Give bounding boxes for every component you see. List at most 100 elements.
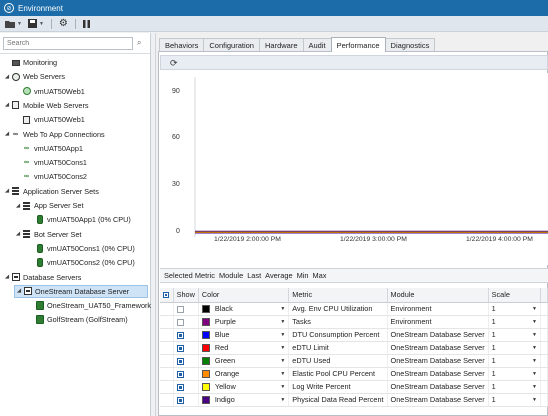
scale-dropdown[interactable]: 1 ▼	[488, 328, 542, 342]
show-checkbox[interactable]	[176, 396, 184, 404]
row-selector-cell	[160, 341, 174, 355]
chevron-down-icon[interactable]: ▼	[280, 306, 285, 312]
refresh-icon[interactable]: ⟳	[170, 58, 178, 69]
tree-item[interactable]: Monitoring	[3, 56, 57, 69]
tree-item[interactable]: vmUAT50App1 (0% CPU)	[27, 213, 131, 226]
show-column-header[interactable]: Show	[173, 288, 199, 303]
link-green-icon: ∞	[24, 173, 29, 181]
tree-item[interactable]: ∞ vmUAT50Cons2	[14, 170, 87, 183]
stats-column-header: Average	[265, 271, 293, 280]
table-row[interactable]: Green ▼ eDTU Used OneStream Database Server…	[160, 354, 548, 368]
expand-toggle-icon[interactable]: ◢	[3, 102, 11, 108]
tree-item[interactable]: vmUAT50Cons2 (0% CPU)	[27, 256, 135, 269]
search-input[interactable]	[3, 37, 133, 50]
show-checkbox[interactable]	[176, 331, 184, 339]
chevron-down-icon[interactable]: ▼	[280, 345, 285, 351]
table-row[interactable]: Indigo ▼ Physical Data Read Percent OneStre…	[160, 393, 548, 407]
color-dropdown[interactable]: Black ▼	[198, 302, 290, 316]
tree-item[interactable]: vmUAT50Cons1 (0% CPU)	[27, 242, 135, 255]
tree-item-label: GolfStream (GolfStream)	[47, 315, 128, 325]
table-row[interactable]: Blue ▼ DTU Consumption Percent OneStream Da…	[160, 328, 548, 342]
expand-toggle-icon[interactable]: ◢	[3, 188, 11, 194]
tree-item-label: vmUAT50Cons1	[34, 158, 87, 168]
table-row[interactable]: Black ▼ Avg. Env CPU Utilization Environmen…	[160, 302, 548, 316]
chevron-down-icon[interactable]: ▼	[280, 358, 285, 364]
scale-dropdown[interactable]: 1 ▼	[488, 302, 542, 316]
show-checkbox[interactable]	[176, 305, 184, 313]
show-checkbox[interactable]	[176, 357, 184, 365]
table-row[interactable]: Purple ▼ Tasks Environment 1 ▼	[160, 315, 548, 329]
scale-dropdown[interactable]: 1 ▼	[488, 367, 542, 381]
table-row[interactable]: Yellow ▼ Log Write Percent OneStream Databa…	[160, 380, 548, 394]
scale-dropdown[interactable]: 1 ▼	[488, 341, 542, 355]
color-dropdown[interactable]: Orange ▼	[198, 367, 290, 381]
chevron-down-icon[interactable]: ▼	[280, 371, 285, 377]
tab-audit[interactable]: Audit	[302, 38, 332, 52]
tree-item[interactable]: ◢ Bot Server Set	[14, 228, 82, 241]
color-dropdown[interactable]: Blue ▼	[198, 328, 290, 342]
show-checkbox[interactable]	[176, 344, 184, 352]
tab-configuration[interactable]: Configuration	[203, 38, 260, 52]
metric-cell: Physical Data Read Percent	[288, 393, 388, 407]
color-dropdown[interactable]: Yellow ▼	[198, 380, 290, 394]
scale-dropdown[interactable]: 1 ▼	[488, 315, 542, 329]
monitor-icon	[11, 58, 20, 67]
expand-toggle-icon[interactable]: ◢	[14, 203, 22, 209]
chevron-down-icon[interactable]: ▼	[280, 319, 285, 325]
tab-performance[interactable]: Performance	[330, 37, 386, 52]
tree-item[interactable]: ◢ Application Server Sets	[3, 185, 99, 198]
show-checkbox[interactable]	[176, 370, 184, 378]
tree-item[interactable]: ∞ vmUAT50App1	[14, 142, 83, 155]
tab-hardware[interactable]: Hardware	[258, 38, 304, 52]
color-column-header[interactable]: Color	[198, 288, 290, 303]
color-dropdown[interactable]: Green ▼	[198, 354, 290, 368]
scale-dropdown[interactable]: 1 ▼	[488, 393, 542, 407]
tab-strip: Behaviors Configuration Hardware Audit Perfo…	[159, 37, 436, 52]
tree-item[interactable]: vmUAT50Web1	[14, 85, 85, 98]
chevron-down-icon[interactable]: ▼	[280, 332, 285, 338]
tree-item[interactable]: ◢ Database Servers	[3, 271, 82, 284]
settings-button[interactable]: ⚙	[57, 18, 70, 30]
tree-item[interactable]: ◢ Web Servers	[3, 70, 65, 83]
color-swatch	[201, 331, 210, 340]
metric-column-header[interactable]: Metric	[288, 288, 388, 303]
open-folder-button[interactable]: ▼	[3, 18, 24, 30]
filler-cell	[540, 302, 548, 316]
select-all-checkbox[interactable]	[160, 288, 174, 303]
expand-toggle-icon[interactable]: ◢	[3, 274, 11, 280]
save-button[interactable]: ▼	[26, 18, 46, 30]
tree-item-label: Web Servers	[23, 72, 66, 82]
scale-dropdown[interactable]: 1 ▼	[488, 380, 542, 394]
tree-item[interactable]: ◢ ∞ Web To App Connections	[3, 128, 105, 141]
show-checkbox[interactable]	[176, 383, 184, 391]
table-row[interactable]: Red ▼ eDTU Limit OneStream Database Server 1…	[160, 341, 548, 355]
expand-toggle-icon[interactable]: ◢	[15, 288, 23, 294]
expand-toggle-icon[interactable]: ◢	[3, 74, 11, 80]
tree-item[interactable]: ◢ OneStream Database Server	[14, 284, 148, 298]
tree-item[interactable]: OneStream_UAT50_Framework	[27, 299, 151, 312]
table-row[interactable]: Orange ▼ Elastic Pool CPU Percent OneStream…	[160, 367, 548, 381]
color-dropdown[interactable]: Indigo ▼	[198, 393, 290, 407]
chevron-down-icon[interactable]: ▼	[280, 397, 285, 403]
tree-item[interactable]: ◢ App Server Set	[14, 199, 84, 212]
pause-button[interactable]	[81, 18, 92, 30]
module-column-header[interactable]: Module	[387, 288, 489, 303]
color-cell-content: Yellow ▼	[201, 382, 285, 392]
tab-behaviors[interactable]: Behaviors	[159, 38, 205, 52]
tab-diagnostics[interactable]: Diagnostics	[384, 38, 436, 52]
tree-item[interactable]: ∞ vmUAT50Cons1	[14, 156, 87, 169]
color-dropdown[interactable]: Red ▼	[198, 341, 290, 355]
show-checkbox[interactable]	[176, 318, 184, 326]
tree-item[interactable]: ◢ Mobile Web Servers	[3, 99, 89, 112]
tree-item[interactable]: GolfStream (GolfStream)	[27, 313, 128, 326]
pane-splitter[interactable]	[151, 33, 156, 416]
row-selector-cell	[160, 393, 174, 407]
scale-dropdown[interactable]: 1 ▼	[488, 354, 542, 368]
binoculars-icon[interactable]: ⌕	[137, 38, 147, 48]
scale-column-header[interactable]: Scale	[488, 288, 542, 303]
expand-toggle-icon[interactable]: ◢	[3, 131, 11, 137]
expand-toggle-icon[interactable]: ◢	[14, 231, 22, 237]
chevron-down-icon[interactable]: ▼	[280, 384, 285, 390]
tree-item[interactable]: vmUAT50Web1	[14, 113, 85, 126]
color-dropdown[interactable]: Purple ▼	[198, 315, 290, 329]
